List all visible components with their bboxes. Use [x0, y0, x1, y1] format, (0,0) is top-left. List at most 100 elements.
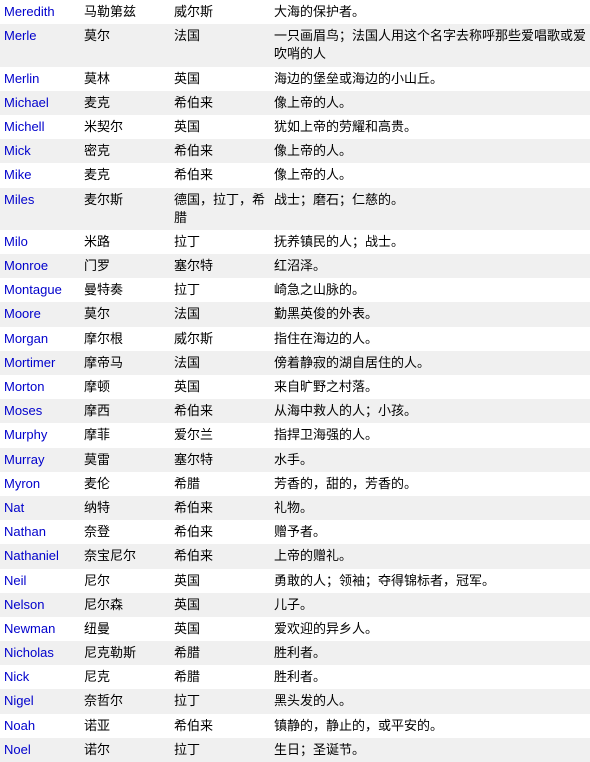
meaning-cell: 镇静的，静止的，或平安的。 [270, 714, 590, 738]
name-cell[interactable]: Mike [0, 163, 80, 187]
origin-cell: 希腊 [170, 472, 270, 496]
name-cell[interactable]: Noel [0, 738, 80, 762]
chinese-cell: 米路 [80, 230, 170, 254]
chinese-cell: 米契尔 [80, 115, 170, 139]
chinese-cell: 尼尔 [80, 569, 170, 593]
name-cell[interactable]: Mortimer [0, 351, 80, 375]
meaning-cell: 犹如上帝的劳耀和高贵。 [270, 115, 590, 139]
chinese-cell: 麦伦 [80, 472, 170, 496]
name-cell[interactable]: Montague [0, 278, 80, 302]
meaning-cell: 来自旷野之村落。 [270, 375, 590, 399]
name-cell[interactable]: Murphy [0, 423, 80, 447]
origin-cell: 英国 [170, 569, 270, 593]
meaning-cell: 胜利者。 [270, 641, 590, 665]
origin-cell: 英国 [170, 375, 270, 399]
chinese-cell: 密克 [80, 139, 170, 163]
name-cell[interactable]: Nicholas [0, 641, 80, 665]
name-cell[interactable]: Newman [0, 617, 80, 641]
origin-cell: 希伯来 [170, 714, 270, 738]
table-row: Michell 米契尔 英国 犹如上帝的劳耀和高贵。 [0, 115, 590, 139]
table-row: Nigel 奈哲尔 拉丁 黑头发的人。 [0, 689, 590, 713]
meaning-cell: 红沼泽。 [270, 254, 590, 278]
chinese-cell: 莫尔 [80, 302, 170, 326]
table-row: Milo 米路 拉丁 抚养镇民的人；战士。 [0, 230, 590, 254]
meaning-cell: 勤黑英俊的外表。 [270, 302, 590, 326]
chinese-cell: 纳特 [80, 496, 170, 520]
name-cell[interactable]: Michell [0, 115, 80, 139]
chinese-cell: 摩菲 [80, 423, 170, 447]
name-cell[interactable]: Merle [0, 24, 80, 66]
table-row: Nathaniel 奈宝尼尔 希伯来 上帝的赠礼。 [0, 544, 590, 568]
origin-cell: 希伯来 [170, 544, 270, 568]
meaning-cell: 从海中救人的人；小孩。 [270, 399, 590, 423]
origin-cell: 希伯来 [170, 139, 270, 163]
meaning-cell: 战士；磨石；仁慈的。 [270, 188, 590, 230]
name-cell[interactable]: Morgan [0, 327, 80, 351]
chinese-cell: 麦克 [80, 163, 170, 187]
chinese-cell: 尼克 [80, 665, 170, 689]
meaning-cell: 水手。 [270, 448, 590, 472]
meaning-cell: 黑头发的人。 [270, 689, 590, 713]
table-row: Merlin 莫林 英国 海边的堡垒或海边的小山丘。 [0, 67, 590, 91]
meaning-cell: 抚养镇民的人；战士。 [270, 230, 590, 254]
meaning-cell: 爱欢迎的异乡人。 [270, 617, 590, 641]
chinese-cell: 莫林 [80, 67, 170, 91]
origin-cell: 希腊 [170, 665, 270, 689]
name-cell[interactable]: Nathaniel [0, 544, 80, 568]
name-cell[interactable]: Mick [0, 139, 80, 163]
origin-cell: 威尔斯 [170, 327, 270, 351]
name-cell[interactable]: Nick [0, 665, 80, 689]
chinese-cell: 诺尔 [80, 738, 170, 762]
meaning-cell: 礼物。 [270, 496, 590, 520]
chinese-cell: 莫尔 [80, 24, 170, 66]
table-row: Michael 麦克 希伯来 像上帝的人。 [0, 91, 590, 115]
origin-cell: 英国 [170, 617, 270, 641]
meaning-cell: 指住在海边的人。 [270, 327, 590, 351]
origin-cell: 希伯来 [170, 399, 270, 423]
origin-cell: 希腊 [170, 641, 270, 665]
chinese-cell: 莫雷 [80, 448, 170, 472]
origin-cell: 法国 [170, 302, 270, 326]
name-cell[interactable]: Moses [0, 399, 80, 423]
chinese-cell: 摩西 [80, 399, 170, 423]
table-row: Newman 纽曼 英国 爱欢迎的异乡人。 [0, 617, 590, 641]
chinese-cell: 马勒第兹 [80, 0, 170, 24]
table-row: Neil 尼尔 英国 勇敢的人；领袖；夺得锦标者，冠军。 [0, 569, 590, 593]
name-cell[interactable]: Neil [0, 569, 80, 593]
meaning-cell: 胜利者。 [270, 665, 590, 689]
name-cell[interactable]: Noah [0, 714, 80, 738]
name-cell[interactable]: Michael [0, 91, 80, 115]
name-cell[interactable]: Monroe [0, 254, 80, 278]
meaning-cell: 像上帝的人。 [270, 139, 590, 163]
meaning-cell: 崎急之山脉的。 [270, 278, 590, 302]
origin-cell: 德国，拉丁，希腊 [170, 188, 270, 230]
origin-cell: 法国 [170, 24, 270, 66]
name-cell[interactable]: Morton [0, 375, 80, 399]
name-cell[interactable]: Miles [0, 188, 80, 230]
table-row: Merle 莫尔 法国 一只画眉鸟；法国人用这个名字去称呼那些爱唱歌或爱吹哨的人 [0, 24, 590, 66]
table-row: Nelson 尼尔森 英国 儿子。 [0, 593, 590, 617]
chinese-cell: 奈宝尼尔 [80, 544, 170, 568]
meaning-cell: 生日；圣诞节。 [270, 738, 590, 762]
meaning-cell: 傍着静寂的湖自居住的人。 [270, 351, 590, 375]
origin-cell: 希伯来 [170, 520, 270, 544]
meaning-cell: 像上帝的人。 [270, 91, 590, 115]
name-cell[interactable]: Milo [0, 230, 80, 254]
name-cell[interactable]: Nat [0, 496, 80, 520]
name-cell[interactable]: Myron [0, 472, 80, 496]
table-row: Mick 密克 希伯来 像上帝的人。 [0, 139, 590, 163]
name-cell[interactable]: Moore [0, 302, 80, 326]
meaning-cell: 上帝的赠礼。 [270, 544, 590, 568]
name-cell[interactable]: Merlin [0, 67, 80, 91]
name-cell[interactable]: Meredith [0, 0, 80, 24]
table-row: Noah 诺亚 希伯来 镇静的，静止的，或平安的。 [0, 714, 590, 738]
name-cell[interactable]: Nelson [0, 593, 80, 617]
name-cell[interactable]: Murray [0, 448, 80, 472]
name-cell[interactable]: Nathan [0, 520, 80, 544]
origin-cell: 希伯来 [170, 163, 270, 187]
chinese-cell: 摩顿 [80, 375, 170, 399]
origin-cell: 英国 [170, 67, 270, 91]
name-cell[interactable]: Nigel [0, 689, 80, 713]
table-row: Noel 诺尔 拉丁 生日；圣诞节。 [0, 738, 590, 762]
table-row: Morton 摩顿 英国 来自旷野之村落。 [0, 375, 590, 399]
